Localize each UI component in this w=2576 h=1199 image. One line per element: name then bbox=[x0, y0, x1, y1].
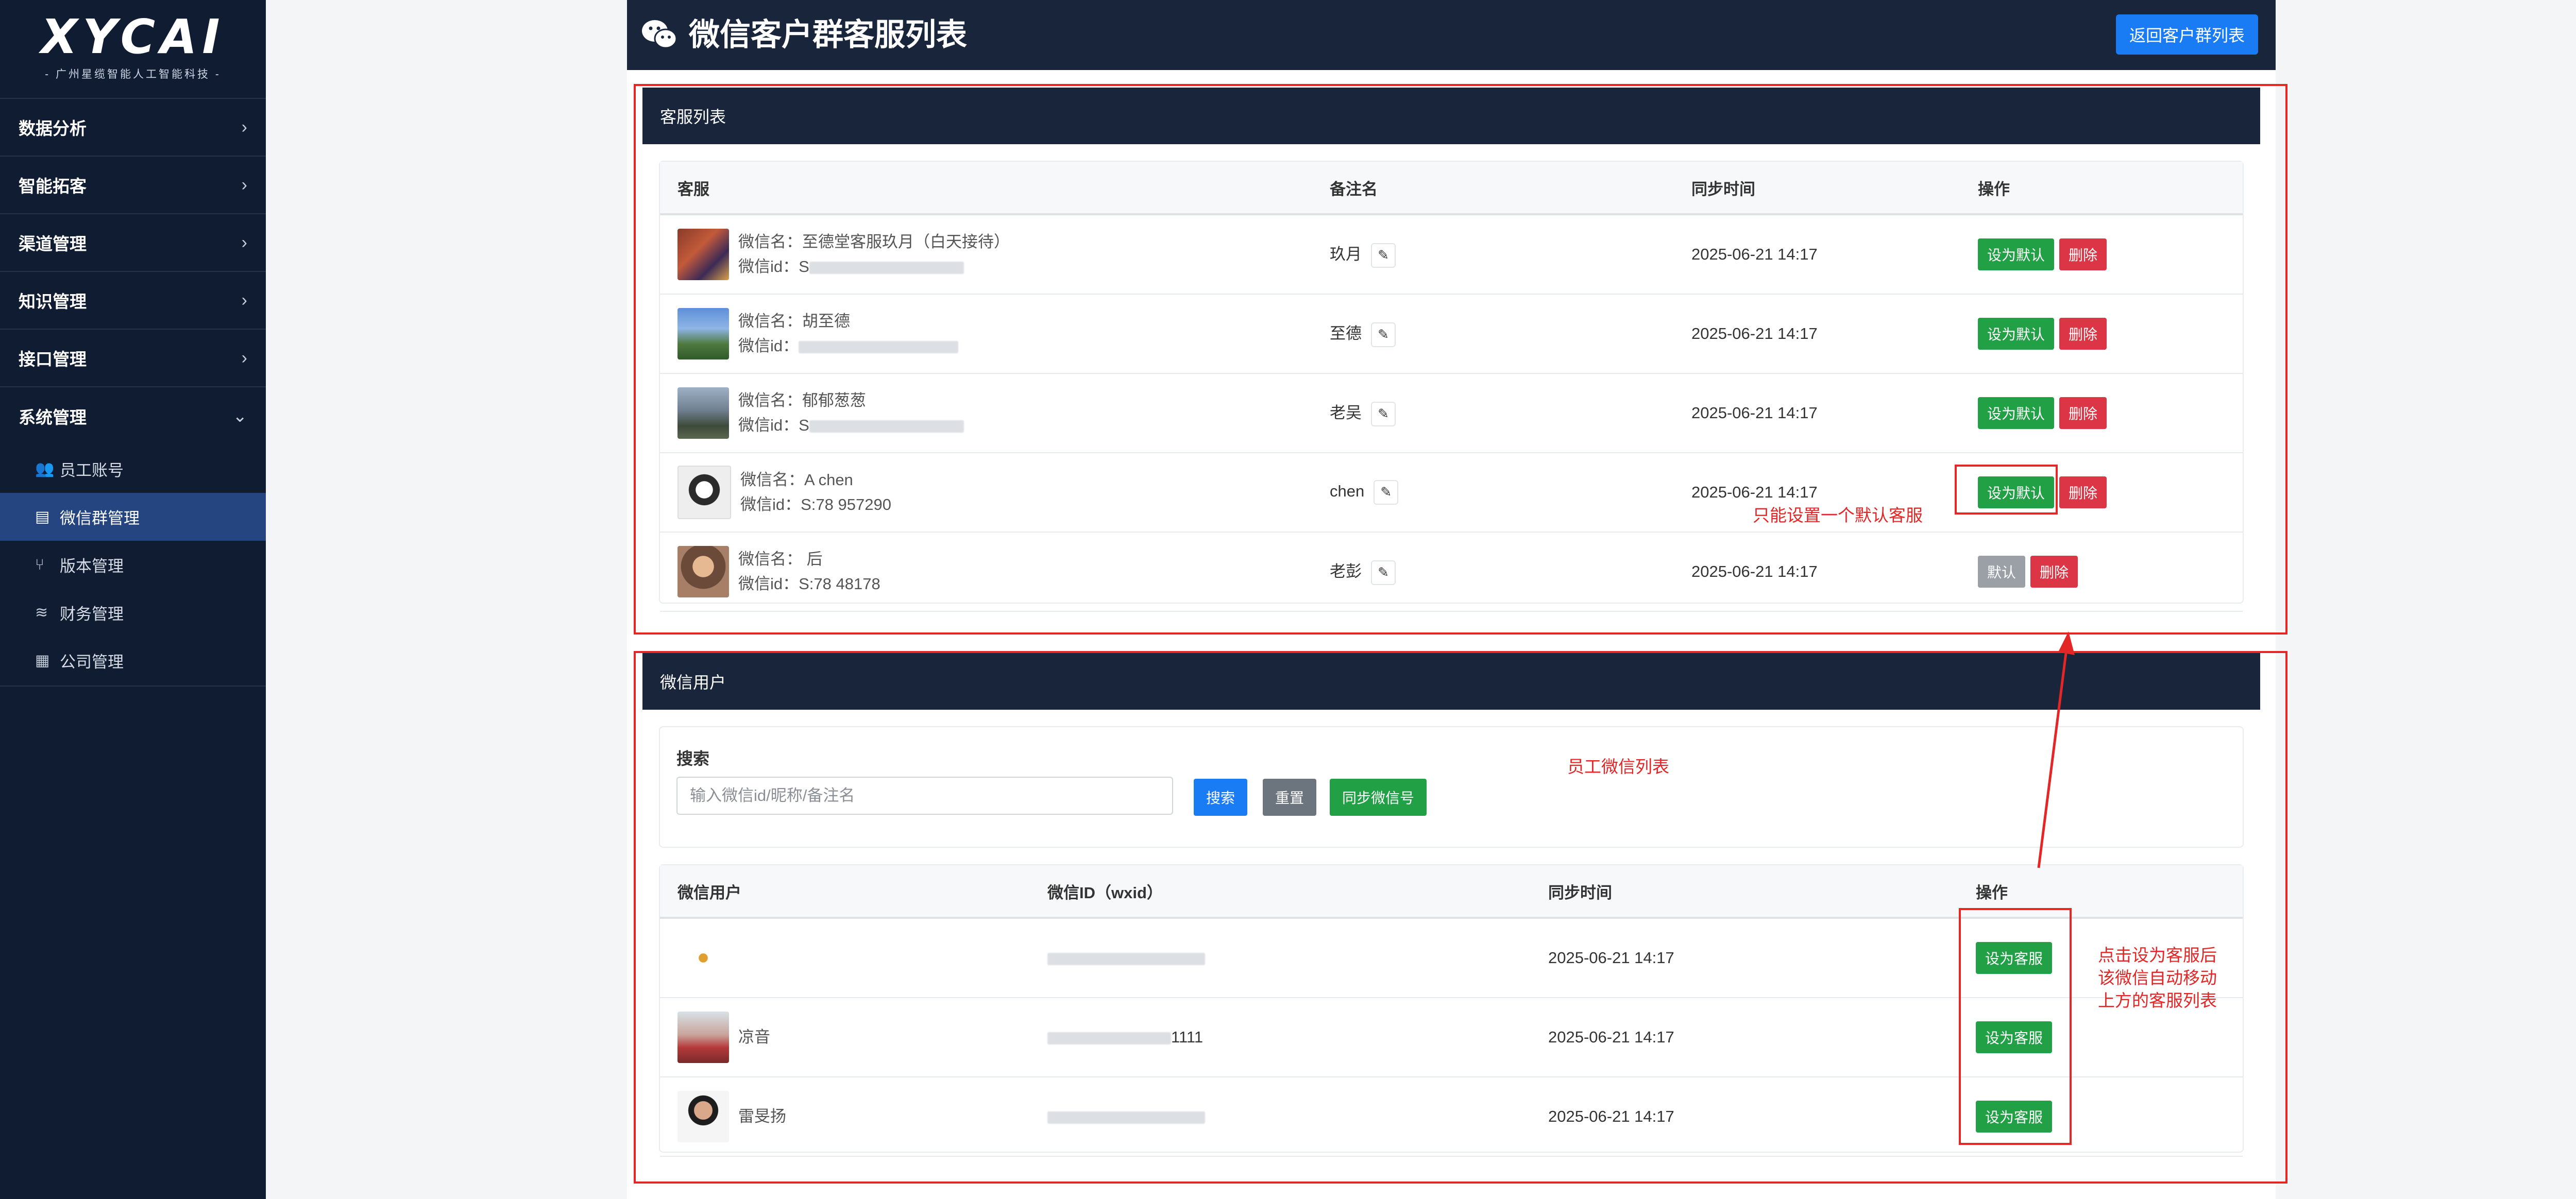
sidebar-item-label: 系统管理 bbox=[19, 408, 87, 427]
logo-subtitle: - 广州星缆智能人工智能科技 - bbox=[45, 68, 221, 80]
sidebar-subitem-label: 公司管理 bbox=[60, 653, 124, 671]
sidebar-subitem-label: 员工账号 bbox=[60, 461, 124, 479]
building-icon: ▦ bbox=[35, 652, 50, 669]
sidebar-subitem-wechat-group[interactable]: ▤ 微信群管理 bbox=[0, 493, 266, 541]
sidebar-divider bbox=[0, 684, 266, 687]
page-header: 微信客户群客服列表 返回客户群列表 bbox=[627, 0, 2276, 70]
sidebar-item-label: 渠道管理 bbox=[19, 234, 87, 253]
annotation-move-note-1: 点击设为客服后 bbox=[2098, 946, 2217, 965]
user-icon: 👥 bbox=[35, 460, 55, 477]
chevron-right-icon: › bbox=[241, 232, 247, 252]
sidebar-item-label: 数据分析 bbox=[19, 119, 87, 138]
sidebar-item-knowledge[interactable]: 知识管理 › bbox=[0, 272, 266, 330]
annotation-arrow bbox=[2037, 631, 2075, 868]
coins-icon: ≋ bbox=[35, 604, 48, 621]
wechat-icon bbox=[642, 20, 677, 49]
annotation-box-service-list bbox=[634, 84, 2287, 635]
main-content: 微信客户群客服列表 返回客户群列表 客服列表 客服 备注名 同步时间 操作 微信… bbox=[627, 0, 2287, 1199]
logo-text: XYCAI bbox=[41, 9, 225, 64]
chevron-right-icon: › bbox=[241, 175, 247, 195]
id-card-icon: ▤ bbox=[35, 508, 50, 525]
annotation-default-note: 只能设置一个默认客服 bbox=[1753, 506, 1923, 525]
sidebar-subitem-label: 版本管理 bbox=[60, 557, 124, 575]
sidebar-item-label: 知识管理 bbox=[19, 292, 87, 311]
sidebar: XYCAI - 广州星缆智能人工智能科技 - 数据分析 › 智能拓客 › 渠道管… bbox=[0, 0, 266, 1199]
annotation-move-note-2: 该微信自动移动 bbox=[2098, 968, 2217, 987]
sidebar-subitem-label: 财务管理 bbox=[60, 605, 124, 623]
chevron-down-icon: ⌄ bbox=[232, 406, 248, 426]
sidebar-item-channel[interactable]: 渠道管理 › bbox=[0, 214, 266, 272]
chevron-right-icon: › bbox=[241, 117, 247, 137]
sidebar-subitem-company[interactable]: ▦ 公司管理 bbox=[0, 637, 266, 684]
page-title: 微信客户群客服列表 bbox=[689, 18, 967, 52]
sidebar-item-label: 接口管理 bbox=[19, 350, 87, 369]
logo: XYCAI - 广州星缆智能人工智能科技 - bbox=[0, 0, 266, 99]
sidebar-item-data-analysis[interactable]: 数据分析 › bbox=[0, 99, 266, 157]
sidebar-item-smart-leads[interactable]: 智能拓客 › bbox=[0, 157, 266, 214]
sidebar-subitem-staff-account[interactable]: 👥 员工账号 bbox=[0, 445, 266, 493]
annotation-box-default-button bbox=[1955, 465, 2058, 515]
sidebar-subitem-label: 微信群管理 bbox=[60, 509, 140, 527]
sidebar-subitem-version[interactable]: ⑂ 版本管理 bbox=[0, 541, 266, 589]
branch-icon: ⑂ bbox=[35, 556, 44, 573]
annotation-staff-note: 员工微信列表 bbox=[1567, 757, 1669, 776]
sidebar-item-system[interactable]: 系统管理 ⌄ bbox=[0, 387, 266, 445]
sidebar-subitem-finance[interactable]: ≋ 财务管理 bbox=[0, 589, 266, 637]
sidebar-item-api[interactable]: 接口管理 › bbox=[0, 330, 266, 387]
chevron-right-icon: › bbox=[241, 348, 247, 368]
back-to-group-list-button[interactable]: 返回客户群列表 bbox=[2115, 14, 2258, 55]
sidebar-item-label: 智能拓客 bbox=[19, 177, 87, 196]
annotation-move-note-3: 上方的客服列表 bbox=[2098, 991, 2217, 1010]
annotation-box-actions bbox=[1959, 908, 2072, 1145]
chevron-right-icon: › bbox=[241, 290, 247, 310]
